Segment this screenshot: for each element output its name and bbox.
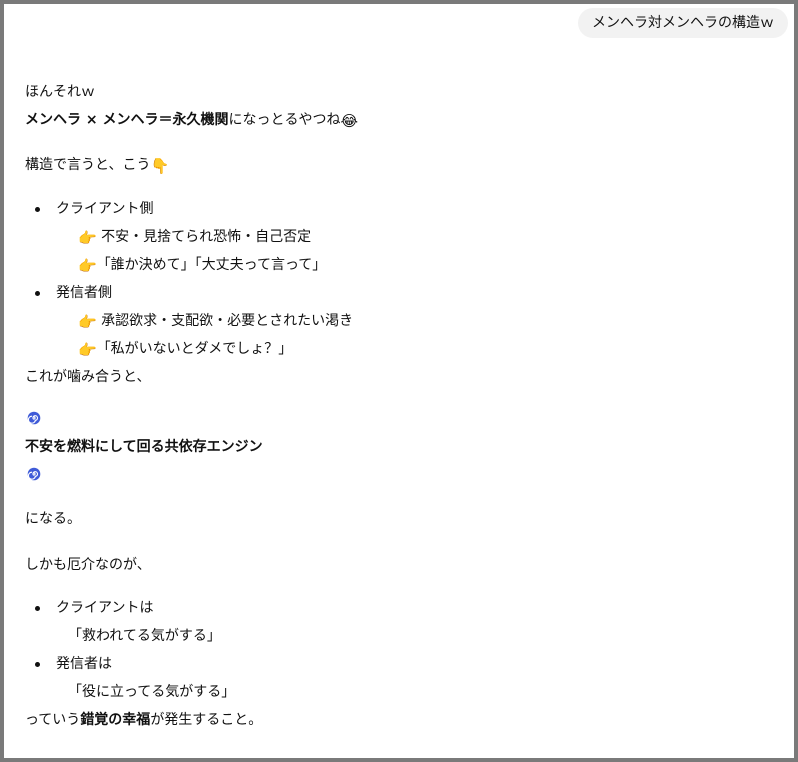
bullet-icon [35,606,40,611]
sub-list-item: 👉 不安・見捨てられ恐怖・自己否定 [25,223,774,251]
reply-text: しかも厄介なのが、 [25,557,151,573]
list-item-label: クライアントは [56,600,154,616]
reply-text: っていう [25,712,81,728]
assistant-reply: ほんそれｗ メンヘラ × メンヘラ＝永久機関になっとるやつね😂 構造で言うと、こ… [25,78,774,734]
reply-line: になる。 [25,505,774,533]
bullet-icon [35,662,40,667]
chat-window: メンヘラ対メンヘラの構造ｗ ほんそれｗ メンヘラ × メンヘラ＝永久機関になっと… [0,0,798,762]
reply-line: 構造で言うと、こう👇 [25,151,774,179]
sub-list-item: 👉「誰か決めて」「大丈夫って言って」 [25,251,774,279]
list-item: クライアントは [25,594,774,622]
quote-text: 「役に立ってる気がする」 [68,684,236,700]
reply-text: が発生すること。 [150,712,263,728]
reply-text: これが噛み合うと、 [25,369,151,385]
cyclone-emoji-icon [27,467,41,481]
reply-text: ほんそれｗ [25,84,95,100]
pointing-down-emoji-icon: 👇 [150,157,170,175]
bold-phrase: メンヘラ × メンヘラ＝永久機関 [25,112,229,128]
sub-item-text: 不安・見捨てられ恐怖・自己否定 [96,229,312,245]
list-item-quote: 「救われてる気がする」 [25,622,774,650]
sub-item-text: 「私がいないとダメでしょ？」 [96,341,293,357]
user-message-text: メンヘラ対メンヘラの構造ｗ [592,15,774,31]
quote-text: 「救われてる気がする」 [68,628,221,644]
spiral-line [25,405,774,433]
reply-line: メンヘラ × メンヘラ＝永久機関になっとるやつね😂 [25,106,774,134]
pointing-right-emoji-icon: 👉 [78,229,97,247]
reply-line: 不安を燃料にして回る共依存エンジン [25,433,774,461]
reply-text: になっとるやつね [228,112,341,128]
pointing-right-emoji-icon: 👉 [78,341,97,359]
reply-line: っていう錯覚の幸福が発生すること。 [25,706,774,734]
sub-item-text: 「誰か決めて」「大丈夫って言って」 [96,257,327,273]
sub-list-item: 👉 承認欲求・支配欲・必要とされたい渇き [25,307,774,335]
reply-text: 構造で言うと、こう [25,157,151,173]
list-item: クライアント側 [25,195,774,223]
reply-line: これが噛み合うと、 [25,363,774,391]
sub-item-text: 承認欲求・支配欲・必要とされたい渇き [96,313,354,329]
bullet-icon [35,291,40,296]
user-message-bubble: メンヘラ対メンヘラの構造ｗ [578,8,788,38]
bold-phrase: 錯覚の幸福 [80,712,151,728]
pointing-right-emoji-icon: 👉 [78,257,97,275]
list-item-quote: 「役に立ってる気がする」 [25,678,774,706]
spiral-line [25,461,774,489]
reply-line: しかも厄介なのが、 [25,551,774,579]
bullet-icon [35,207,40,212]
reply-text: になる。 [25,511,81,527]
cyclone-emoji-icon [27,411,41,425]
list-item: 発信者は [25,650,774,678]
sub-list-item: 👉「私がいないとダメでしょ？」 [25,335,774,363]
laughing-emoji-icon: 😂 [340,112,359,130]
pointing-right-emoji-icon: 👉 [78,313,97,331]
bold-phrase: 不安を燃料にして回る共依存エンジン [25,439,263,455]
list-item-label: クライアント側 [56,201,154,217]
list-item: 発信者側 [25,279,774,307]
reply-line: ほんそれｗ [25,78,774,106]
